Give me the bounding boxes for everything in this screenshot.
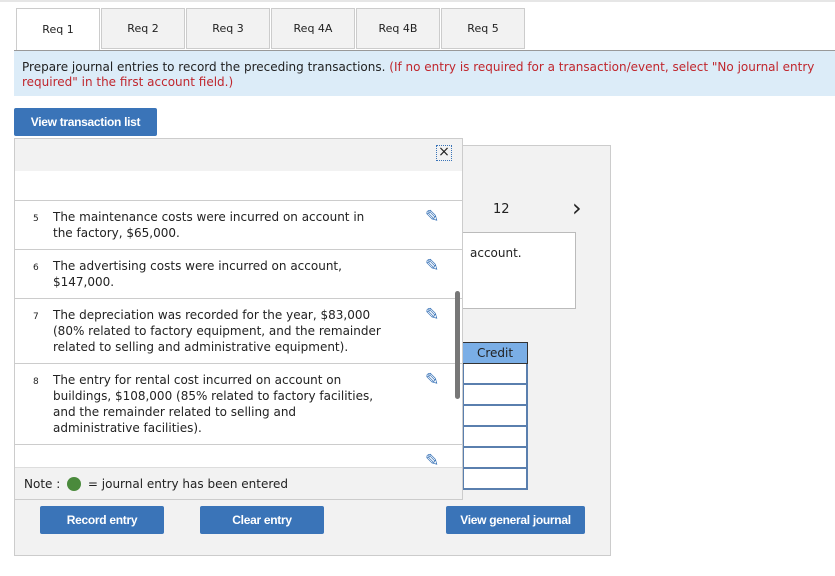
tab-req-1[interactable]: Req 1: [16, 8, 100, 51]
edit-pencil-icon[interactable]: ✎: [425, 372, 439, 389]
transaction-text: The entry for rental cost incurred on ac…: [53, 373, 374, 435]
credit-input[interactable]: [462, 385, 528, 406]
note-text: = journal entry has been entered: [87, 477, 289, 491]
list-item: 7 The depreciation was recorded for the y…: [15, 298, 462, 363]
credit-column: Credit: [462, 342, 528, 490]
transaction-text: The maintenance costs were incurred on a…: [53, 210, 365, 240]
credit-input[interactable]: [462, 469, 528, 490]
tab-bar: Req 1 Req 2 Req 3 Req 4A Req 4B Req 5: [16, 8, 526, 51]
transaction-description: account.: [462, 232, 576, 309]
clear-entry-button[interactable]: Clear entry: [200, 506, 324, 534]
view-transaction-list-button[interactable]: View transaction list: [14, 108, 157, 136]
transaction-list: 5 The maintenance costs were incurred on …: [15, 200, 462, 491]
next-arrow-icon[interactable]: ›: [572, 194, 582, 222]
transaction-number: 8: [33, 377, 39, 387]
credit-input[interactable]: [462, 364, 528, 385]
credit-input[interactable]: [462, 427, 528, 448]
entered-dot-icon: [67, 477, 82, 491]
transaction-list-popup: × 5 The maintenance costs were incurred o…: [14, 138, 463, 500]
close-icon[interactable]: ×: [436, 145, 452, 161]
credit-input[interactable]: [462, 448, 528, 469]
credit-input[interactable]: [462, 406, 528, 427]
tab-req-4b[interactable]: Req 4B: [356, 8, 440, 49]
top-divider: [0, 0, 835, 2]
view-general-journal-button[interactable]: View general journal: [446, 506, 585, 534]
edit-pencil-icon[interactable]: ✎: [425, 258, 439, 275]
page-number: 12: [493, 202, 510, 217]
instructions: Prepare journal entries to record the pr…: [14, 50, 835, 96]
transaction-text: The depreciation was recorded for the ye…: [53, 308, 381, 354]
note-label: Note :: [24, 477, 65, 491]
popup-header: [15, 139, 462, 171]
tab-req-3[interactable]: Req 3: [186, 8, 270, 49]
tab-req-4a[interactable]: Req 4A: [271, 8, 355, 49]
list-item: 5 The maintenance costs were incurred on …: [15, 200, 462, 249]
transaction-number: 5: [33, 214, 39, 224]
description-text: account.: [470, 246, 522, 260]
list-item: 8 The entry for rental cost incurred on a…: [15, 363, 462, 444]
transaction-number: 6: [33, 263, 39, 273]
record-entry-button[interactable]: Record entry: [40, 506, 164, 534]
edit-pencil-icon[interactable]: ✎: [425, 307, 439, 324]
list-item: 6 The advertising costs were incurred on …: [15, 249, 462, 298]
scrollbar[interactable]: [455, 291, 460, 399]
tab-req-2[interactable]: Req 2: [101, 8, 185, 49]
tab-req-5[interactable]: Req 5: [441, 8, 525, 49]
transaction-number: 7: [33, 312, 39, 322]
edit-pencil-icon[interactable]: ✎: [425, 209, 439, 226]
instructions-text: Prepare journal entries to record the pr…: [22, 60, 390, 74]
transaction-text: The advertising costs were incurred on a…: [53, 259, 342, 289]
legend-note: Note : = journal entry has been entered: [15, 467, 462, 499]
credit-header: Credit: [462, 342, 528, 364]
